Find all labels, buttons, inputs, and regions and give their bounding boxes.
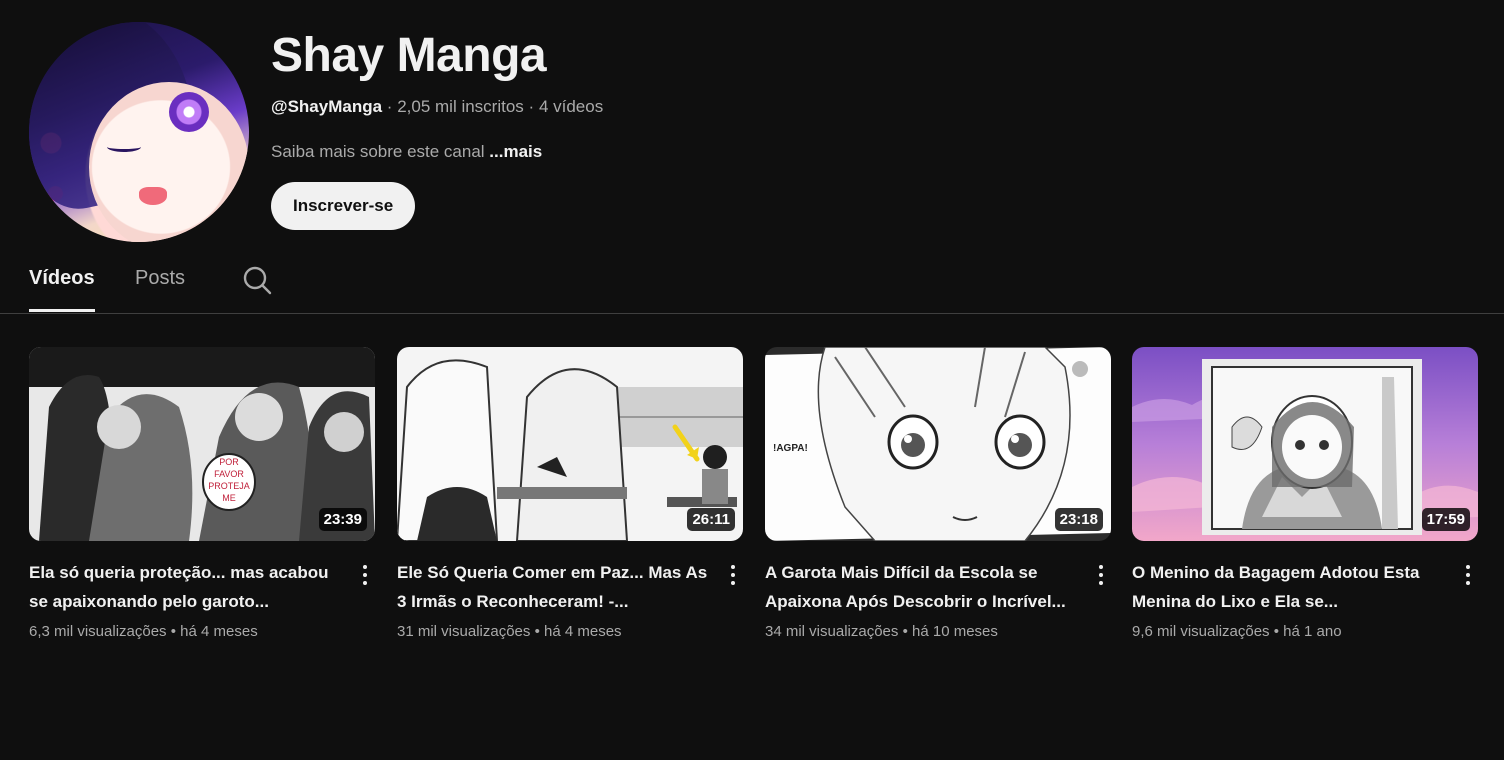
bubble-text: PROTEJA	[208, 481, 250, 491]
video-title[interactable]: A Garota Mais Difícil da Escola se Apaix…	[765, 558, 1081, 616]
tab-videos[interactable]: Vídeos	[29, 258, 95, 312]
video-views: 34 mil visualizações	[765, 623, 899, 640]
video-age: há 4 meses	[180, 623, 258, 640]
about-text: Saiba mais sobre este canal	[271, 142, 485, 161]
video-title[interactable]: Ele Só Queria Comer em Paz... Mas As 3 I…	[397, 558, 713, 616]
channel-meta: @ShayManga · 2,05 mil inscritos · 4 víde…	[271, 97, 603, 117]
video-title[interactable]: O Menino da Bagagem Adotou Esta Menina d…	[1132, 558, 1448, 616]
video-card[interactable]: 17:59 O Menino da Bagagem Adotou Esta Me…	[1132, 347, 1478, 647]
video-views: 31 mil visualizações	[397, 623, 531, 640]
video-meta: 34 mil visualizações • há 10 meses	[765, 623, 998, 640]
video-age: há 1 ano	[1283, 623, 1342, 640]
tab-videos-label: Vídeos	[29, 267, 95, 289]
video-duration: 23:18	[1054, 508, 1103, 531]
more-vert-icon[interactable]	[1091, 561, 1111, 589]
tab-posts[interactable]: Posts	[135, 258, 185, 312]
channel-about[interactable]: Saiba mais sobre este canal ...mais	[271, 142, 542, 162]
meta-separator: ·	[528, 97, 535, 116]
channel-avatar[interactable]	[29, 22, 249, 242]
meta-separator: •	[170, 623, 176, 640]
avatar-tongue	[139, 187, 167, 205]
video-meta: 9,6 mil visualizações • há 1 ano	[1132, 623, 1342, 640]
tabs-divider	[0, 313, 1504, 314]
video-age: há 10 meses	[912, 623, 998, 640]
video-thumbnail[interactable]: !AGPA! 23:18	[765, 347, 1111, 541]
video-meta: 6,3 mil visualizações • há 4 meses	[29, 623, 258, 640]
bubble-text: ME	[222, 493, 236, 503]
bubble-text: POR	[219, 457, 239, 467]
channel-header: Shay Manga @ShayManga · 2,05 mil inscrit…	[29, 22, 1469, 242]
more-vert-icon[interactable]	[723, 561, 743, 589]
meta-separator: •	[1273, 623, 1279, 640]
video-thumbnail[interactable]: POR FAVOR PROTEJA ME 23:39	[29, 347, 375, 541]
subscriber-count: 2,05 mil inscritos	[397, 97, 524, 116]
channel-tabs: Vídeos Posts	[29, 258, 1469, 312]
video-title[interactable]: Ela só queria proteção... mas acabou se …	[29, 558, 345, 616]
meta-separator: •	[534, 623, 540, 640]
video-thumbnail[interactable]: 26:11	[397, 347, 743, 541]
bubble-text: FAVOR	[214, 469, 244, 479]
video-card[interactable]: !AGPA! 23:18 A Garota Mais Difícil da Es…	[765, 347, 1111, 647]
more-vert-icon[interactable]	[1458, 561, 1478, 589]
meta-separator: ·	[386, 97, 393, 116]
video-age: há 4 meses	[544, 623, 622, 640]
subscribe-button[interactable]: Inscrever-se	[271, 182, 416, 230]
more-vert-icon[interactable]	[355, 561, 375, 589]
video-card[interactable]: POR FAVOR PROTEJA ME 23:39 Ela só queria…	[29, 347, 375, 647]
video-grid: POR FAVOR PROTEJA ME 23:39 Ela só queria…	[29, 347, 1479, 647]
channel-handle: @ShayManga	[271, 97, 383, 116]
sfx-text: !AGPA!	[773, 443, 808, 454]
video-thumbnail[interactable]: 17:59	[1132, 347, 1478, 541]
channel-name: Shay Manga	[271, 29, 547, 82]
video-count: 4 vídeos	[538, 97, 604, 116]
video-duration: 17:59	[1421, 508, 1470, 531]
avatar-star-eye	[169, 92, 209, 132]
video-duration: 23:39	[318, 508, 367, 531]
meta-separator: •	[902, 623, 908, 640]
about-more-link[interactable]: ...mais	[489, 142, 542, 161]
search-icon[interactable]	[241, 264, 273, 296]
tab-posts-label: Posts	[135, 267, 186, 289]
video-duration: 26:11	[687, 508, 735, 531]
video-card[interactable]: 26:11 Ele Só Queria Comer em Paz... Mas …	[397, 347, 743, 647]
video-views: 9,6 mil visualizações	[1132, 623, 1270, 640]
avatar-wink-eye	[107, 142, 141, 152]
video-views: 6,3 mil visualizações	[29, 623, 167, 640]
video-meta: 31 mil visualizações • há 4 meses	[397, 623, 622, 640]
